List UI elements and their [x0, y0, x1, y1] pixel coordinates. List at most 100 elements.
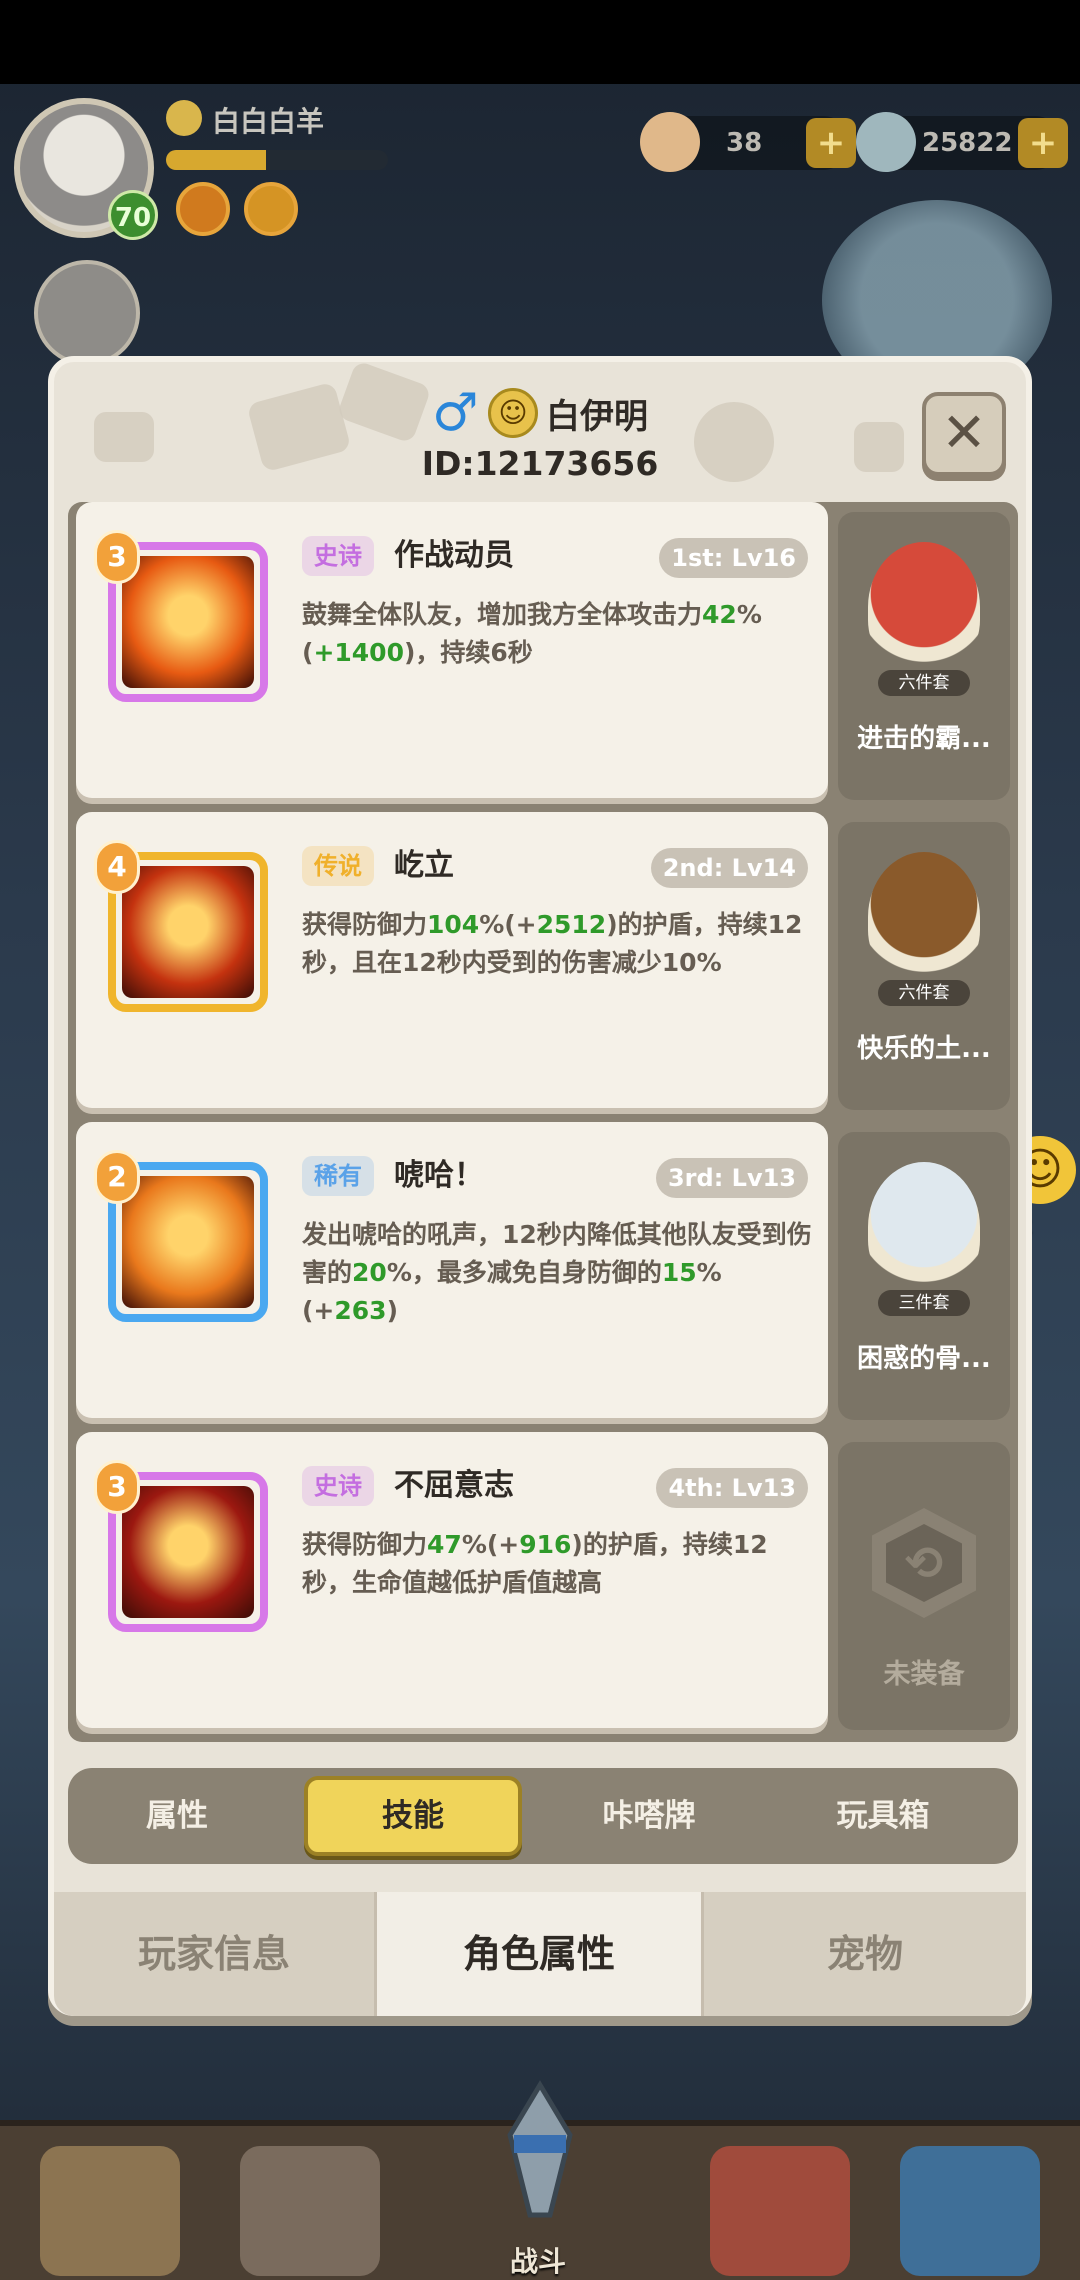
- skill-rarity-badge: 史诗: [302, 1466, 374, 1506]
- pet-slot[interactable]: 三件套困惑的骨...: [838, 1132, 1010, 1420]
- main-tabs: 玩家信息 角色属性 宠物: [54, 1892, 1026, 2016]
- pearl-icon: [856, 112, 916, 172]
- skill-slot-level: 3rd: Lv13: [655, 1158, 808, 1198]
- skill-value: 263: [334, 1296, 387, 1325]
- skill-text: 鼓舞全体队友，增加我方全体攻击力: [302, 600, 703, 629]
- skill-art-icon: [122, 556, 254, 688]
- skill-value: 20: [352, 1258, 387, 1287]
- status-bar: [0, 0, 1080, 84]
- pet-set-badge: 三件套: [878, 1290, 970, 1316]
- shell-icon: [640, 112, 700, 172]
- profile-name: 白伊明: [546, 396, 648, 437]
- skill-art-icon: [122, 1176, 254, 1308]
- skill-value: 2512: [536, 910, 607, 939]
- skill-description: 发出唬哈的吼声，12秒内降低其他队友受到伤害的20%，最多减免自身防御的15%(…: [302, 1216, 812, 1330]
- currency-pearl-value: 25822: [922, 128, 1013, 158]
- skill-name: 不屈意志: [394, 1468, 514, 1503]
- skill-name: 作战动员: [394, 538, 514, 573]
- skill-text: )，持续6秒: [403, 638, 533, 667]
- skill-text: %(+: [479, 910, 537, 939]
- currency-pearl: 25822 +: [856, 112, 1068, 172]
- pet-figure-icon: [868, 1162, 980, 1292]
- pet-name: 进击的霸...: [857, 724, 991, 754]
- tab-character-attributes[interactable]: 角色属性: [377, 1892, 701, 2016]
- add-shell-button[interactable]: +: [806, 118, 856, 168]
- nav-battle-label: 战斗: [510, 2245, 567, 2278]
- skill-rank-badge: 3: [94, 530, 140, 584]
- player-title-icon: [166, 100, 202, 136]
- skill-slot-level: 2nd: Lv14: [650, 848, 808, 888]
- skill-rarity-badge: 传说: [302, 846, 374, 886]
- pet-figure-icon: [868, 542, 980, 672]
- skill-rarity-badge: 史诗: [302, 536, 374, 576]
- pet-set-badge: 六件套: [878, 980, 970, 1006]
- nav-battle-sword-icon[interactable]: [470, 2075, 610, 2235]
- male-icon: ♂: [432, 383, 479, 443]
- skill-value: 42: [702, 600, 737, 629]
- pet-figure-icon: [868, 852, 980, 982]
- nav-hero-icon[interactable]: [240, 2146, 380, 2276]
- player-profile-modal: ♂ ☺ 白伊明 ID:12173656 ✕ 3 史诗 作战动员 1st: Lv16 鼓舞全体…: [48, 356, 1032, 2016]
- skills-panel: 3 史诗 作战动员 1st: Lv16 鼓舞全体队友，增加我方全体攻击力42%(+140…: [68, 502, 1018, 1742]
- skill-slot-level: 1st: Lv16: [659, 538, 808, 578]
- profile-id: ID:12173656: [421, 444, 659, 483]
- player-level-badge: 70: [108, 190, 158, 240]
- skill-value: +1400: [313, 638, 404, 667]
- pet-slot-empty[interactable]: ⟲ 未装备: [838, 1442, 1010, 1730]
- pet-empty-label: 未装备: [883, 1659, 965, 1690]
- tab-pets[interactable]: 宠物: [704, 1892, 1026, 2016]
- hud-player-name: 白白白羊: [212, 105, 325, 138]
- close-button[interactable]: ✕: [922, 392, 1006, 476]
- skill-art-icon: [122, 1486, 254, 1618]
- skill-name: 唬哈！: [394, 1158, 484, 1193]
- vip-badge-icon[interactable]: [244, 182, 298, 236]
- player-title-icon: ☺: [488, 388, 538, 438]
- skill-text: ): [386, 1296, 398, 1325]
- exp-bar-fill: [166, 150, 266, 170]
- skill-art-icon: [122, 866, 254, 998]
- pet-set-badge: 六件套: [878, 670, 970, 696]
- skill-text: %，最多减免自身防御的: [386, 1258, 662, 1287]
- currency-shell-value: 38: [726, 128, 763, 158]
- sub-tabs: 属性 技能 咔嗒牌 玩具箱: [68, 1768, 1018, 1864]
- skill-value: 15: [661, 1258, 697, 1287]
- close-icon: ✕: [941, 401, 987, 464]
- skill-text: 获得防御力: [302, 910, 428, 939]
- subtab-cards[interactable]: 咔嗒牌: [540, 1776, 758, 1856]
- currency-shell: 38 +: [640, 112, 856, 172]
- tab-player-info[interactable]: 玩家信息: [54, 1892, 374, 2016]
- buff-badge-icon[interactable]: [176, 182, 230, 236]
- skill-description: 获得防御力47%(+916)的护盾，持续12秒，生命值越低护盾值越高: [302, 1526, 812, 1602]
- skill-value: 916: [519, 1530, 572, 1559]
- subtab-toybox[interactable]: 玩具箱: [774, 1776, 992, 1856]
- skill-text: %(+: [461, 1530, 520, 1559]
- subtab-attributes[interactable]: 属性: [68, 1776, 286, 1856]
- skill-name: 屹立: [394, 848, 454, 883]
- skill-value: 104: [427, 910, 480, 939]
- skill-card[interactable]: 3 史诗 不屈意志 4th: Lv13 获得防御力47%(+916)的护盾，持续12秒，…: [76, 1432, 828, 1728]
- subtab-skills[interactable]: 技能: [304, 1776, 522, 1856]
- skill-text: 获得防御力: [302, 1530, 428, 1559]
- nav-dino-icon[interactable]: [710, 2146, 850, 2276]
- nav-caveman-icon[interactable]: [40, 2146, 180, 2276]
- companion-avatar[interactable]: [34, 260, 140, 366]
- skill-description: 鼓舞全体队友，增加我方全体攻击力42%(+1400)，持续6秒: [302, 596, 812, 672]
- exp-bar: [166, 150, 388, 170]
- skill-value: 47: [427, 1530, 462, 1559]
- profile-title: ♂ ☺ 白伊明: [54, 383, 1026, 443]
- skill-rank-badge: 4: [94, 840, 140, 894]
- pet-slot[interactable]: 六件套快乐的土...: [838, 822, 1010, 1110]
- skill-slot-level: 4th: Lv13: [656, 1468, 808, 1508]
- pet-slot[interactable]: 六件套进击的霸...: [838, 512, 1010, 800]
- skill-rank-badge: 2: [94, 1150, 140, 1204]
- pet-name: 困惑的骨...: [857, 1344, 991, 1374]
- skill-card[interactable]: 4 传说 屹立 2nd: Lv14 获得防御力104%(+2512)的护盾，持续12秒，…: [76, 812, 828, 1108]
- modal-header: ♂ ☺ 白伊明 ID:12173656 ✕: [54, 360, 1026, 502]
- skill-card[interactable]: 3 史诗 作战动员 1st: Lv16 鼓舞全体队友，增加我方全体攻击力42%(+140…: [76, 502, 828, 798]
- skill-card[interactable]: 2 稀有 唬哈！ 3rd: Lv13 发出唬哈的吼声，12秒内降低其他队友受到伤害的20…: [76, 1122, 828, 1418]
- pet-name: 快乐的土...: [857, 1034, 991, 1064]
- nav-gear-icon[interactable]: [900, 2146, 1040, 2276]
- add-pearl-button[interactable]: +: [1018, 118, 1068, 168]
- skill-rarity-badge: 稀有: [302, 1156, 374, 1196]
- skill-rank-badge: 3: [94, 1460, 140, 1514]
